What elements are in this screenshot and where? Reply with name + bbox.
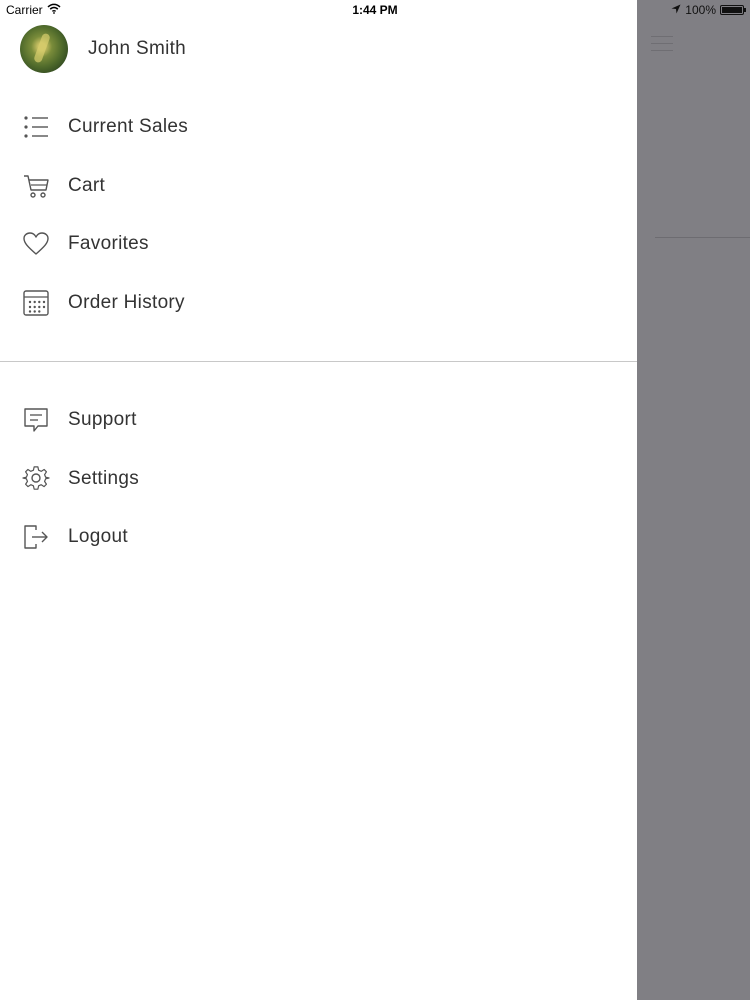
menu-item-cart[interactable]: Cart xyxy=(22,171,105,201)
status-bar: Carrier 1:44 PM 100% xyxy=(0,0,750,20)
app-screen: John Smith Current Sales Cart Favorites … xyxy=(0,0,750,1000)
menu-item-order-history[interactable]: Order History xyxy=(22,288,185,318)
menu-item-current-sales[interactable]: Current Sales xyxy=(22,112,188,142)
menu-item-label: Favorites xyxy=(68,233,149,254)
battery-full-icon xyxy=(720,5,746,15)
status-time: 1:44 PM xyxy=(352,3,398,17)
section-divider xyxy=(0,361,637,362)
menu-item-label: Current Sales xyxy=(68,116,189,137)
menu-item-label: Logout xyxy=(68,526,128,547)
calendar-icon xyxy=(22,289,50,317)
dimmed-overlay[interactable] xyxy=(637,0,750,1000)
location-arrow-icon xyxy=(671,3,681,17)
menu-item-label: Settings xyxy=(68,468,140,489)
battery-percent: 100% xyxy=(685,3,716,17)
list-icon xyxy=(22,113,50,141)
avatar[interactable] xyxy=(20,25,68,73)
menu-item-label: Support xyxy=(68,409,137,430)
menu-item-logout[interactable]: Logout xyxy=(22,522,128,552)
menu-item-settings[interactable]: Settings xyxy=(22,464,139,494)
profile-header[interactable]: John Smith xyxy=(20,25,186,73)
hamburger-menu-icon xyxy=(651,36,673,52)
menu-item-label: Cart xyxy=(68,175,106,196)
chat-bubble-icon xyxy=(22,406,50,434)
profile-name: John Smith xyxy=(88,38,187,59)
gear-icon xyxy=(22,465,50,493)
menu-item-favorites[interactable]: Favorites xyxy=(22,229,149,259)
cart-icon xyxy=(22,172,50,200)
status-right: 100% xyxy=(671,3,746,17)
background-divider xyxy=(655,237,750,238)
menu-item-support[interactable]: Support xyxy=(22,405,137,435)
side-drawer: John Smith Current Sales Cart Favorites … xyxy=(0,0,637,1000)
logout-icon xyxy=(22,523,50,551)
menu-item-label: Order History xyxy=(68,292,185,313)
heart-icon xyxy=(22,230,50,258)
